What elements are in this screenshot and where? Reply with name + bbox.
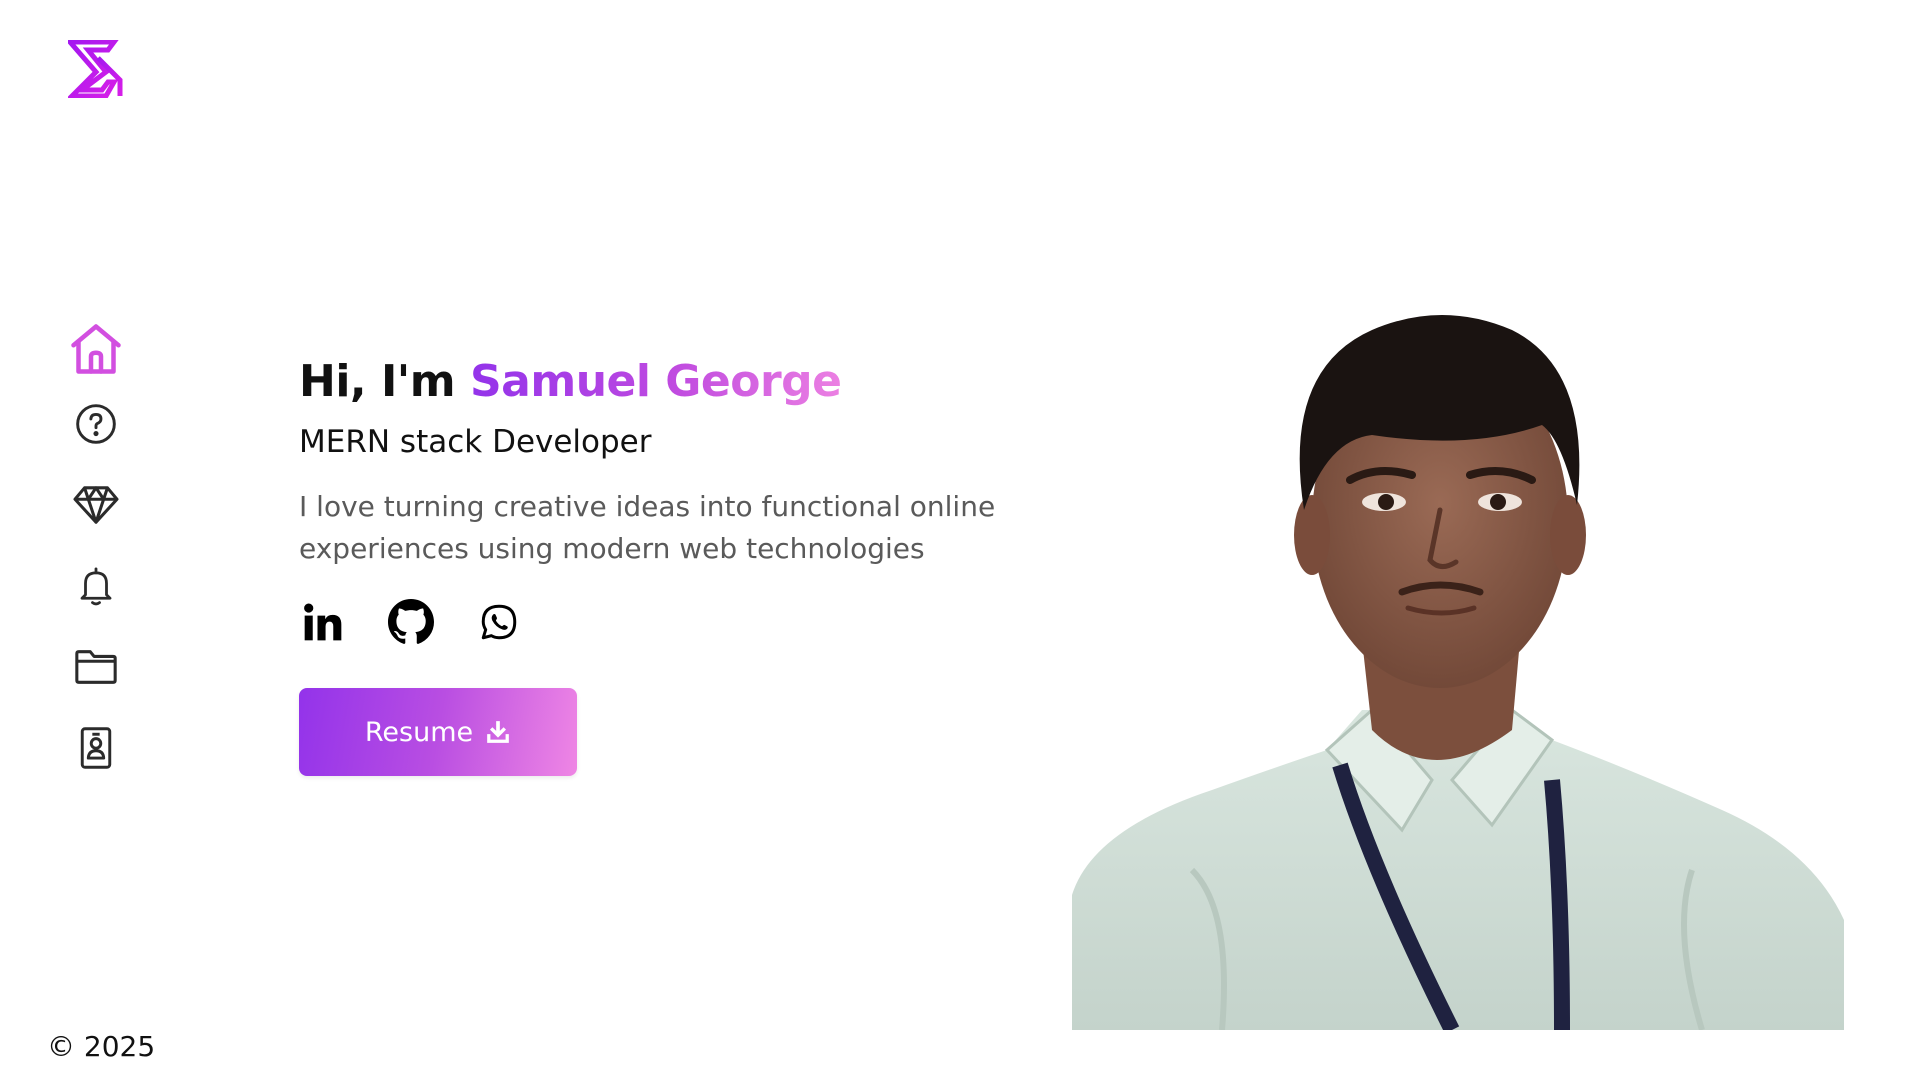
question-circle-icon — [76, 404, 116, 444]
nav-skills[interactable] — [60, 483, 132, 527]
hero-name: Samuel George — [469, 356, 842, 407]
whatsapp-icon — [481, 604, 517, 640]
nav-contact[interactable] — [60, 726, 132, 770]
nav-notifications[interactable] — [60, 564, 132, 608]
linkedin-icon — [304, 603, 342, 641]
linkedin-link[interactable] — [299, 598, 347, 646]
sidebar-nav — [60, 316, 132, 807]
portfolio-page: © 2025 Hi, I'm Samuel George MERN stack … — [0, 0, 1920, 1080]
github-icon — [388, 599, 434, 644]
github-link[interactable] — [387, 598, 435, 646]
nav-about[interactable] — [60, 402, 132, 446]
hero-section: Hi, I'm Samuel George MERN stack Develop… — [299, 352, 1059, 776]
resume-button[interactable]: Resume — [299, 688, 577, 776]
greeting-prefix: Hi, I'm — [299, 356, 456, 407]
hero-role: MERN stack Developer — [299, 424, 652, 460]
copyright-text: © 2025 — [47, 1030, 156, 1063]
home-icon — [71, 324, 121, 374]
nav-home[interactable] — [60, 316, 132, 382]
bell-icon — [80, 567, 112, 606]
social-links — [299, 598, 1059, 646]
diamond-icon — [73, 486, 119, 524]
profile-photo — [1072, 310, 1844, 1034]
download-icon — [487, 721, 509, 743]
nav-projects[interactable] — [60, 645, 132, 689]
resume-button-label: Resume — [364, 716, 474, 748]
contact-card-icon — [80, 727, 112, 769]
folder-icon — [75, 650, 117, 684]
hero-tagline: I love turning creative ideas into funct… — [299, 490, 996, 565]
hero-greeting: Hi, I'm Samuel George — [299, 352, 1059, 412]
whatsapp-link[interactable] — [475, 598, 523, 646]
brand-logo-icon[interactable] — [64, 39, 124, 99]
